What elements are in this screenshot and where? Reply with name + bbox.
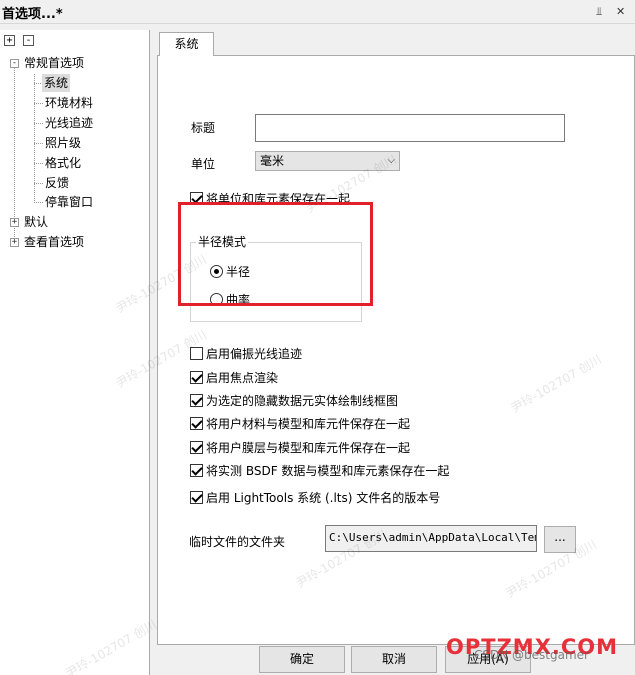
- lts-version-checkbox[interactable]: 启用 LightTools 系统 (.lts) 文件名的版本号: [190, 490, 440, 506]
- window-title: 首选项...*: [2, 7, 63, 22]
- window-titlebar: 首选项...* ⫫ ✕: [0, 0, 635, 24]
- tab-system[interactable]: 系统: [159, 32, 214, 56]
- preferences-tree: + - - 常规首选项 系统 环境材料 光线追迹 照片级 格式化 反馈 停靠窗口…: [0, 30, 150, 675]
- tree-item-environment-materials[interactable]: 环境材料: [45, 94, 93, 112]
- focus-render-checkbox[interactable]: 启用焦点渲染: [190, 370, 278, 386]
- tree-connector: [34, 123, 43, 124]
- wireframe-checkbox[interactable]: 为选定的隐藏数据元实体绘制线框图: [190, 393, 398, 409]
- tree-item-view-preferences[interactable]: 查看首选项: [24, 233, 84, 251]
- tree-connector: [34, 163, 43, 164]
- system-settings-panel: 标题 单位 毫米 ⌵ 将单位和库元素保存在一起 半径模式 半径 曲率 启用偏振光…: [157, 55, 635, 645]
- checkbox-icon[interactable]: [190, 417, 203, 430]
- ok-button[interactable]: 确定: [259, 646, 345, 673]
- settings-content: 系统 标题 单位 毫米 ⌵ 将单位和库元素保存在一起 半径模式 半径 曲率 启用…: [157, 30, 635, 675]
- wireframe-label: 为选定的隐藏数据元实体绘制线框图: [206, 394, 399, 408]
- tree-connector: [34, 143, 43, 144]
- checkbox-icon[interactable]: [190, 371, 203, 384]
- unit-select-value: 毫米: [260, 154, 285, 168]
- user-coatings-checkbox[interactable]: 将用户膜层与模型和库元件保存在一起: [190, 440, 410, 456]
- tree-connector: [34, 103, 43, 104]
- bsdf-data-label: 将实测 BSDF 数据与模型和库元素保存在一起: [206, 464, 450, 478]
- expand-all-button[interactable]: +: [4, 35, 15, 46]
- tree-item-general-preferences[interactable]: 常规首选项: [24, 54, 84, 72]
- title-label: 标题: [191, 121, 216, 135]
- cancel-button[interactable]: 取消: [351, 646, 437, 673]
- tree-item-ray-tracing[interactable]: 光线追迹: [45, 114, 93, 132]
- user-materials-label: 将用户材料与模型和库元件保存在一起: [206, 417, 411, 431]
- checkbox-icon[interactable]: [190, 491, 203, 504]
- chevron-down-icon: ⌵: [387, 155, 395, 166]
- tree-item-system[interactable]: 系统: [42, 74, 71, 92]
- unit-label: 单位: [191, 157, 216, 171]
- checkbox-icon[interactable]: [190, 347, 203, 360]
- tree-item-photorealistic[interactable]: 照片级: [45, 134, 81, 152]
- title-input[interactable]: [255, 114, 565, 142]
- tree-item-feedback[interactable]: 反馈: [45, 174, 69, 192]
- browse-button[interactable]: ...: [544, 526, 576, 553]
- close-icon[interactable]: ✕: [616, 5, 625, 18]
- unit-select[interactable]: 毫米 ⌵: [255, 151, 400, 171]
- csdn-watermark: CSDN @bestgamer: [474, 648, 589, 662]
- checkbox-icon[interactable]: [190, 464, 203, 477]
- expand-toggle-icon[interactable]: +: [10, 238, 19, 247]
- temp-folder-label: 临时文件的文件夹: [189, 535, 286, 549]
- pin-icon[interactable]: ⫫: [596, 5, 602, 19]
- collapse-all-button[interactable]: -: [23, 35, 34, 46]
- user-materials-checkbox[interactable]: 将用户材料与模型和库元件保存在一起: [190, 416, 410, 432]
- tree-item-docking-windows[interactable]: 停靠窗口: [45, 193, 93, 211]
- user-coatings-label: 将用户膜层与模型和库元件保存在一起: [206, 441, 411, 455]
- focus-render-label: 启用焦点渲染: [206, 371, 279, 385]
- temp-folder-input[interactable]: C:\Users\admin\AppData\Local\Temp\: [325, 525, 537, 552]
- polarization-label: 启用偏振光线追迹: [206, 347, 303, 361]
- tree-connector: [34, 202, 43, 203]
- tree-item-defaults[interactable]: 默认: [24, 213, 48, 231]
- expand-toggle-icon[interactable]: +: [10, 218, 19, 227]
- collapse-toggle-icon[interactable]: -: [10, 59, 19, 68]
- polarization-checkbox[interactable]: 启用偏振光线追迹: [190, 346, 302, 362]
- highlight-box: [178, 202, 373, 306]
- checkbox-icon[interactable]: [190, 394, 203, 407]
- checkbox-icon[interactable]: [190, 441, 203, 454]
- bsdf-data-checkbox[interactable]: 将实测 BSDF 数据与模型和库元素保存在一起: [190, 463, 449, 479]
- tree-connector: [34, 183, 43, 184]
- lts-version-label: 启用 LightTools 系统 (.lts) 文件名的版本号: [206, 491, 441, 505]
- tree-item-formatting[interactable]: 格式化: [45, 154, 81, 172]
- tree-connector: [34, 74, 35, 201]
